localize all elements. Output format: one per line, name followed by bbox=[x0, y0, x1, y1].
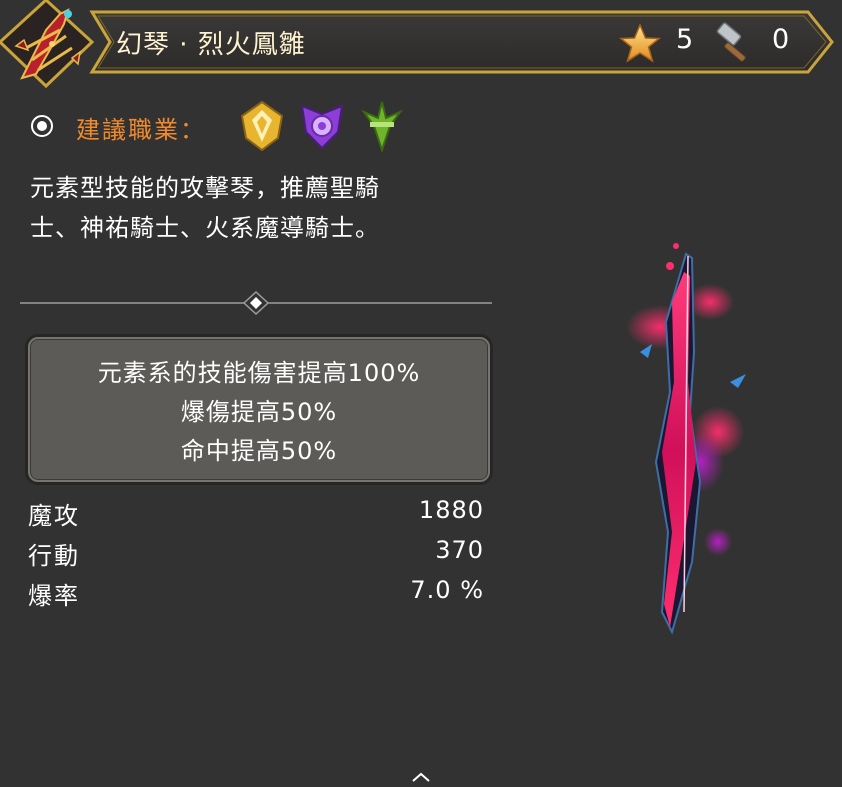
stat-label: 爆率 bbox=[28, 582, 80, 610]
enhance-count: 0 bbox=[772, 24, 790, 55]
stat-value: 370 bbox=[435, 536, 484, 564]
weapon-artwork bbox=[600, 232, 780, 662]
magic-knight-class-icon bbox=[356, 98, 408, 154]
special-effects-panel: 元素系的技能傷害提高100% 爆傷提高50% 命中提高50% bbox=[28, 337, 490, 482]
item-name: 幻琴 · 烈火鳳雛 bbox=[116, 30, 306, 60]
recommended-class-label: 建議職業： bbox=[76, 116, 206, 144]
stat-row-speed: 行動 370 bbox=[28, 536, 484, 576]
effect-line: 爆傷提高50% bbox=[180, 398, 338, 426]
stat-label: 行動 bbox=[28, 542, 80, 570]
stat-label: 魔攻 bbox=[28, 502, 80, 530]
item-description: 元素型技能的攻擊琴，推薦聖騎 士、神祐騎士、火系魔導騎士。 bbox=[30, 168, 490, 248]
effect-line: 元素系的技能傷害提高100% bbox=[97, 359, 421, 387]
description-line: 元素型技能的攻擊琴，推薦聖騎 bbox=[30, 174, 380, 202]
effect-line: 命中提高50% bbox=[180, 437, 338, 465]
stat-row-magic-attack: 魔攻 1880 bbox=[28, 496, 484, 536]
stat-row-crit-rate: 爆率 7.0 % bbox=[28, 576, 484, 616]
radio-bullet-icon bbox=[30, 114, 54, 138]
description-line: 士、神祐騎士、火系魔導騎士。 bbox=[30, 214, 380, 242]
holy-knight-class-icon bbox=[296, 98, 348, 154]
star-icon bbox=[618, 22, 662, 66]
fire-harp-emblem-icon bbox=[2, 0, 98, 96]
stat-value: 7.0 % bbox=[410, 576, 484, 604]
hammer-icon bbox=[712, 22, 756, 66]
paladin-class-icon bbox=[236, 98, 288, 154]
scroll-down-indicator-icon[interactable] bbox=[410, 768, 432, 782]
section-divider bbox=[20, 290, 492, 318]
star-count: 5 bbox=[676, 24, 694, 55]
stat-value: 1880 bbox=[418, 496, 484, 524]
